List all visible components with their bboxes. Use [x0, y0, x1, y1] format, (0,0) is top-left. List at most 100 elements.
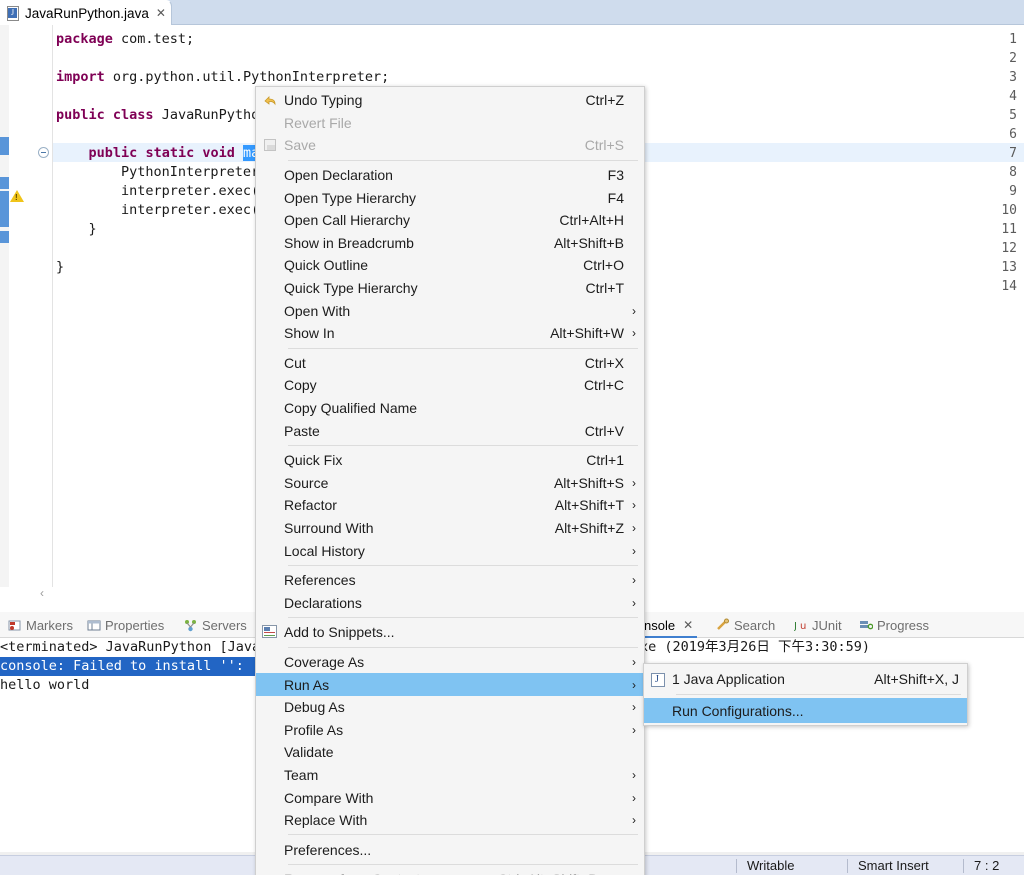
chevron-right-icon: › [624, 768, 636, 782]
menu-item-shortcut: F4 [608, 190, 624, 206]
no-icon [256, 472, 284, 494]
no-icon [256, 592, 284, 614]
code-line[interactable]: import org.python.util.PythonInterpreter… [56, 68, 389, 87]
warning-icon[interactable] [10, 189, 24, 203]
menu-item-refactor[interactable]: RefactorAlt+Shift+T› [256, 494, 644, 517]
chevron-right-icon: › [624, 573, 636, 587]
menu-item-debug-as[interactable]: Debug As› [256, 696, 644, 719]
menu-item-quick-fix[interactable]: Quick Fix Ctrl+1 [256, 449, 644, 472]
code-line[interactable]: } [56, 258, 64, 277]
no-icon [256, 209, 284, 231]
editor-folding-column[interactable] [9, 25, 52, 587]
bottom-tab-search[interactable]: Search [712, 612, 779, 638]
menu-item-label: Local History [284, 543, 600, 559]
menu-item-surround-with[interactable]: Surround WithAlt+Shift+Z› [256, 517, 644, 540]
bottom-tab-properties[interactable]: Properties [83, 612, 168, 638]
code-line[interactable]: public static void mai [56, 144, 267, 163]
editor-tab-scroll-chevron[interactable]: ‹ [34, 585, 50, 601]
java-file-icon: J [6, 6, 21, 21]
menu-item-declarations[interactable]: Declarations› [256, 591, 644, 614]
menu-item-run-as[interactable]: Run As› [256, 673, 644, 696]
menu-separator [676, 694, 961, 695]
menu-item-team[interactable]: Team› [256, 764, 644, 787]
menu-item-add-to-snippets[interactable]: Add to Snippets... [256, 621, 644, 644]
menu-item-label: Replace With [284, 812, 600, 828]
code-token: void [202, 145, 235, 161]
line-number: 3 [984, 68, 1024, 87]
code-line[interactable]: PythonInterpreter [56, 163, 259, 182]
run-as-submenu[interactable]: 1 Java ApplicationAlt+Shift+X, J Run Conf… [643, 663, 968, 726]
menu-item-cut[interactable]: CutCtrl+X [256, 352, 644, 375]
menu-item-compare-with[interactable]: Compare With› [256, 786, 644, 809]
menu-item-label: Preferences... [284, 842, 600, 858]
menu-item-label: Quick Fix [284, 452, 562, 468]
editor-gutter-divider [52, 25, 53, 587]
menu-item-label: Undo Typing [284, 92, 562, 108]
code-line[interactable]: interpreter.exec(" [56, 182, 267, 201]
menu-item-shortcut: Alt+Shift+B [554, 235, 624, 251]
submenu-item-run-configurations[interactable]: Run Configurations... [644, 698, 967, 723]
fold-collapse-icon[interactable] [38, 147, 49, 158]
menu-item-open-declaration[interactable]: Open DeclarationF3 [256, 164, 644, 187]
code-token: } [56, 221, 97, 237]
menu-item-show-in-breadcrumb[interactable]: Show in BreadcrumbAlt+Shift+B [256, 232, 644, 255]
menu-item-remove-from-context: Remove from ContextCtrl+Alt+Shift+Down [256, 868, 644, 875]
close-icon[interactable]: ✕ [156, 7, 166, 19]
menu-item-paste[interactable]: PasteCtrl+V [256, 419, 644, 442]
menu-item-open-call-hierarchy[interactable]: Open Call HierarchyCtrl+Alt+H [256, 209, 644, 232]
bottom-tab-markers-label: Markers [26, 618, 73, 633]
menu-item-label: Open With [284, 303, 600, 319]
menu-item-replace-with[interactable]: Replace With› [256, 809, 644, 832]
bottom-tab-progress[interactable]: Progress [855, 612, 933, 638]
menu-separator [288, 864, 638, 865]
code-line[interactable]: public class JavaRunPython [56, 106, 267, 125]
menu-item-references[interactable]: References › [256, 569, 644, 592]
code-token: static [145, 145, 194, 161]
code-line[interactable]: } [56, 220, 97, 239]
search-icon [716, 618, 730, 632]
menu-item-profile-as[interactable]: Profile As› [256, 718, 644, 741]
menu-item-label: Add to Snippets... [284, 624, 600, 640]
menu-item-copy-qualified-name[interactable]: Copy Qualified Name [256, 397, 644, 420]
no-icon [256, 232, 284, 254]
menu-item-label: Profile As [284, 722, 600, 738]
menu-item-quick-outline[interactable]: Quick OutlineCtrl+O [256, 254, 644, 277]
menu-item-open-type-hierarchy[interactable]: Open Type HierarchyF4 [256, 186, 644, 209]
menu-item-coverage-as[interactable]: Coverage As› [256, 651, 644, 674]
line-number: 8 [984, 163, 1024, 182]
console-header-left: <terminated> JavaRunPython [Java Ap [0, 638, 284, 657]
menu-item-preferences[interactable]: Preferences... [256, 838, 644, 861]
menu-item-quick-type-hierarchy[interactable]: Quick Type HierarchyCtrl+T [256, 277, 644, 300]
menu-item-source[interactable]: SourceAlt+Shift+S› [256, 472, 644, 495]
close-icon[interactable]: ✕ [683, 619, 693, 631]
menu-item-shortcut: Ctrl+X [585, 355, 624, 371]
menu-item-shortcut: Ctrl+1 [586, 452, 624, 468]
menu-item-open-with[interactable]: Open With› [256, 299, 644, 322]
menu-item-undo-typing[interactable]: Undo TypingCtrl+Z [256, 89, 644, 112]
menu-item-shortcut: Ctrl+V [585, 423, 624, 439]
svg-text:J: J [794, 621, 797, 632]
bottom-tab-servers[interactable]: Servers [180, 612, 251, 638]
bottom-tab-markers[interactable]: Markers [4, 612, 77, 638]
menu-item-shortcut: Ctrl+S [585, 137, 624, 153]
code-line[interactable]: interpreter.exec(" [56, 201, 267, 220]
editor-context-menu[interactable]: Undo TypingCtrl+ZRevert FileSaveCtrl+SOp… [255, 86, 645, 875]
code-token [56, 145, 89, 161]
menu-item-label: References [284, 572, 600, 588]
code-token: JavaRunPython [154, 107, 268, 123]
bottom-tab-console[interactable]: nsole ✕ [640, 612, 697, 638]
bottom-tab-console-label: nsole [644, 618, 675, 633]
submenu-item-1-java-application[interactable]: 1 Java ApplicationAlt+Shift+X, J [644, 666, 967, 691]
editor-tab-javarunpython[interactable]: J JavaRunPython.java ✕ [0, 0, 172, 25]
no-icon [256, 787, 284, 809]
menu-item-show-in[interactable]: Show InAlt+Shift+W› [256, 322, 644, 345]
menu-item-validate[interactable]: Validate [256, 741, 644, 764]
bottom-tab-junit[interactable]: Ju JUnit [790, 612, 846, 638]
no-icon [256, 809, 284, 831]
menu-item-copy[interactable]: CopyCtrl+C [256, 374, 644, 397]
editor-marker-bar[interactable] [0, 25, 9, 587]
menu-item-local-history[interactable]: Local History› [256, 539, 644, 562]
code-line[interactable]: package com.test; [56, 30, 194, 49]
chevron-right-icon: › [624, 596, 636, 610]
line-number: 6 [984, 125, 1024, 144]
